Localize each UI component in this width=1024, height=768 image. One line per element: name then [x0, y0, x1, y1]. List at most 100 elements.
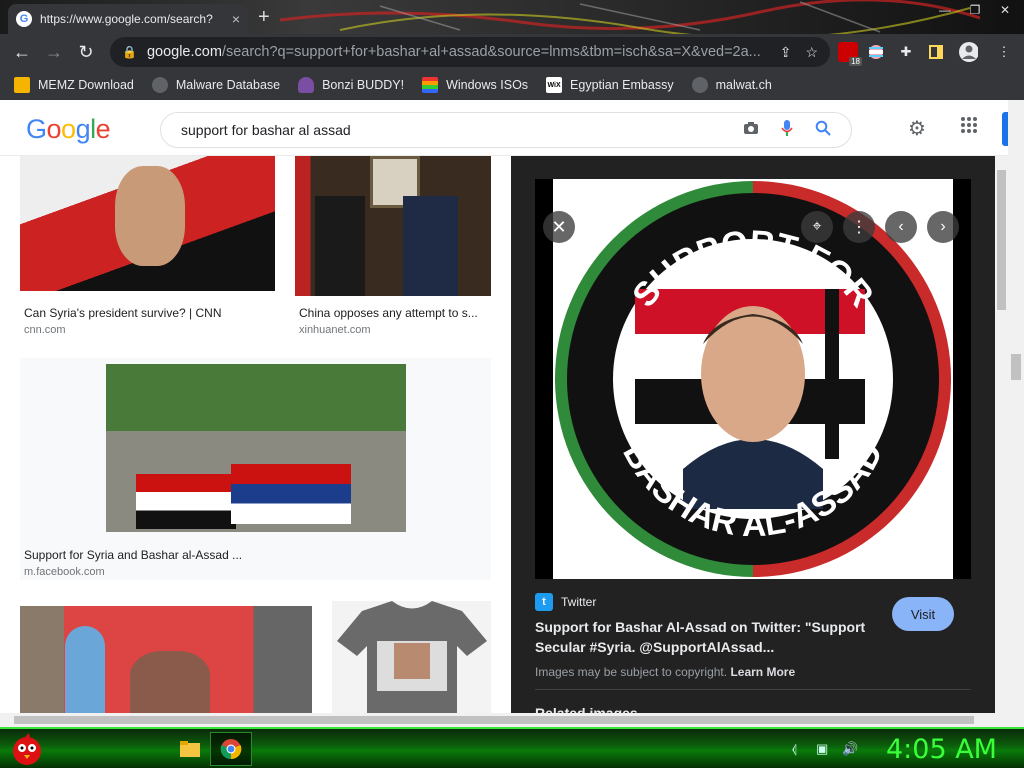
minimize-button[interactable]: —	[930, 3, 960, 17]
bookmark-item[interactable]: MEMZ Download	[14, 77, 134, 93]
forward-button[interactable]: →	[38, 36, 70, 68]
bookmark-item[interactable]: Bonzi BUDDY!	[298, 77, 404, 93]
page-scrollbar[interactable]	[1008, 100, 1024, 713]
preview-scrollbar[interactable]	[995, 156, 1008, 713]
bookmark-star-icon[interactable]: ☆	[805, 44, 818, 61]
next-image-icon[interactable]: ›	[927, 211, 959, 243]
result-card[interactable]: Can Syria's president survive? | CNN cnn…	[20, 156, 275, 336]
tab-close-icon[interactable]: ×	[232, 11, 240, 27]
image-results-grid: Can Syria's president survive? | CNN cnn…	[0, 156, 511, 713]
syrian-flag	[136, 474, 236, 529]
volume-icon[interactable]: 🔊	[842, 741, 858, 757]
close-preview-icon[interactable]: ✕	[543, 211, 575, 243]
extensions-puzzle-icon[interactable]: ✚	[896, 42, 916, 62]
file-explorer-icon[interactable]	[176, 735, 204, 763]
new-tab-button[interactable]: +	[258, 6, 270, 29]
network-icon[interactable]: ▣	[816, 741, 828, 757]
horizontal-scrollbar[interactable]	[0, 713, 1024, 727]
url-path: /search?q=support+for+bashar+al+assad&so…	[221, 44, 761, 60]
flag-extension-icon[interactable]	[866, 42, 886, 62]
result-thumbnail[interactable]	[332, 601, 491, 713]
result-thumbnail[interactable]	[106, 364, 406, 532]
result-card[interactable]	[20, 606, 312, 713]
browser-tab[interactable]: G https://www.google.com/search? ×	[8, 4, 248, 34]
result-thumbnail[interactable]	[20, 156, 275, 291]
address-bar[interactable]: 🔒 google.com/search?q=support+for+bashar…	[110, 37, 830, 67]
lock-icon: 🔒	[122, 45, 137, 59]
apps-grid-icon[interactable]	[960, 116, 978, 140]
scrollbar-thumb[interactable]	[997, 170, 1006, 310]
tab-title: https://www.google.com/search?	[40, 12, 213, 26]
window-controls: — ❐ ✕	[930, 0, 1020, 20]
result-title[interactable]: China opposes any attempt to s...	[299, 306, 489, 320]
back-button[interactable]: ←	[6, 36, 38, 68]
preview-title[interactable]: Support for Bashar Al-Assad on Twitter: …	[535, 617, 885, 657]
google-logo[interactable]: Google	[26, 114, 111, 145]
person-left	[315, 196, 365, 296]
start-button[interactable]	[8, 731, 46, 767]
side-panel-icon[interactable]	[926, 42, 946, 62]
twitter-icon: t	[535, 593, 553, 611]
bookmark-label: Malware Database	[175, 78, 281, 92]
maximize-button[interactable]: ❐	[960, 3, 990, 17]
share-icon[interactable]: ⇪	[780, 44, 792, 61]
result-thumbnail[interactable]	[295, 156, 491, 296]
ublock-extension-icon[interactable]: 18	[838, 42, 862, 66]
divider	[535, 689, 971, 690]
result-title[interactable]: Support for Syria and Bashar al-Assad ..…	[24, 548, 484, 562]
source-name: Twitter	[561, 595, 597, 609]
reload-icon: ↻	[78, 41, 94, 62]
bookmark-label: MEMZ Download	[38, 78, 134, 92]
search-input[interactable]: support for bashar al assad	[181, 122, 721, 138]
reload-button[interactable]: ↻	[70, 36, 102, 68]
address-url[interactable]: google.com/search?q=support+for+bashar+a…	[147, 44, 766, 60]
bookmarks-bar: MEMZ Download Malware Database Bonzi BUD…	[0, 70, 1024, 100]
globe-icon	[151, 77, 168, 93]
taskbar-clock[interactable]: 4:05 AM	[886, 734, 997, 765]
previous-image-icon[interactable]: ‹	[885, 211, 917, 243]
scrollbar-thumb[interactable]	[14, 716, 974, 724]
bookmark-label: Bonzi BUDDY!	[322, 78, 405, 92]
tab-strip-wallpaper	[280, 0, 980, 34]
camera-search-icon[interactable]	[743, 121, 759, 139]
forward-arrow-icon: →	[45, 41, 63, 62]
tshirt-graphic	[337, 601, 487, 713]
settings-gear-icon[interactable]: ⚙	[908, 116, 926, 141]
more-options-icon[interactable]: ⋮	[843, 211, 875, 243]
tray-chevron-icon[interactable]: ⦉	[792, 741, 797, 757]
visit-button[interactable]: Visit	[892, 597, 954, 631]
result-card[interactable]: Support for Syria and Bashar al-Assad ..…	[20, 358, 491, 580]
bookmark-item[interactable]: Malware Database	[151, 77, 281, 93]
bookmark-item[interactable]: Windows ISOs	[422, 77, 528, 93]
bookmark-label: malwat.ch	[715, 78, 772, 92]
url-domain: google.com	[146, 44, 222, 60]
angry-bird-icon	[13, 733, 41, 765]
statue-figure	[65, 626, 105, 713]
bookmark-item[interactable]: malwat.ch	[691, 77, 772, 93]
copyright-notice: Images may be subject to copyright. Lear…	[535, 665, 795, 679]
result-title[interactable]: Can Syria's president survive? | CNN	[24, 306, 274, 320]
bonzi-icon	[298, 77, 315, 93]
result-card[interactable]	[332, 601, 491, 713]
ublock-badge: 18	[849, 57, 862, 66]
chrome-icon	[220, 739, 242, 760]
profile-avatar-icon[interactable]	[958, 42, 978, 62]
bookmark-label: Egyptian Embassy	[570, 78, 674, 92]
microphone-icon[interactable]	[781, 120, 793, 140]
chrome-taskbar-item[interactable]	[210, 732, 252, 766]
search-icon[interactable]	[815, 120, 831, 140]
menu-kebab-icon[interactable]: ⋮	[994, 42, 1014, 62]
result-card[interactable]: China opposes any attempt to s... xinhua…	[295, 156, 491, 336]
lens-search-icon[interactable]: ⌖	[801, 211, 833, 243]
scrollbar-thumb[interactable]	[1011, 354, 1021, 380]
learn-more-link[interactable]: Learn More	[730, 665, 795, 679]
search-box[interactable]: support for bashar al assad	[160, 112, 852, 148]
back-arrow-icon: ←	[13, 41, 31, 62]
tab-strip: G https://www.google.com/search? × + — ❐…	[0, 0, 1024, 34]
portrait-face	[115, 166, 185, 266]
bookmark-item[interactable]: WiX Egyptian Embassy	[546, 77, 674, 93]
taskbar: ⦉ ▣ 🔊 4:05 AM	[0, 727, 1024, 768]
result-thumbnail[interactable]	[20, 606, 312, 713]
close-window-button[interactable]: ✕	[990, 3, 1020, 17]
preview-source[interactable]: t Twitter	[535, 593, 596, 611]
